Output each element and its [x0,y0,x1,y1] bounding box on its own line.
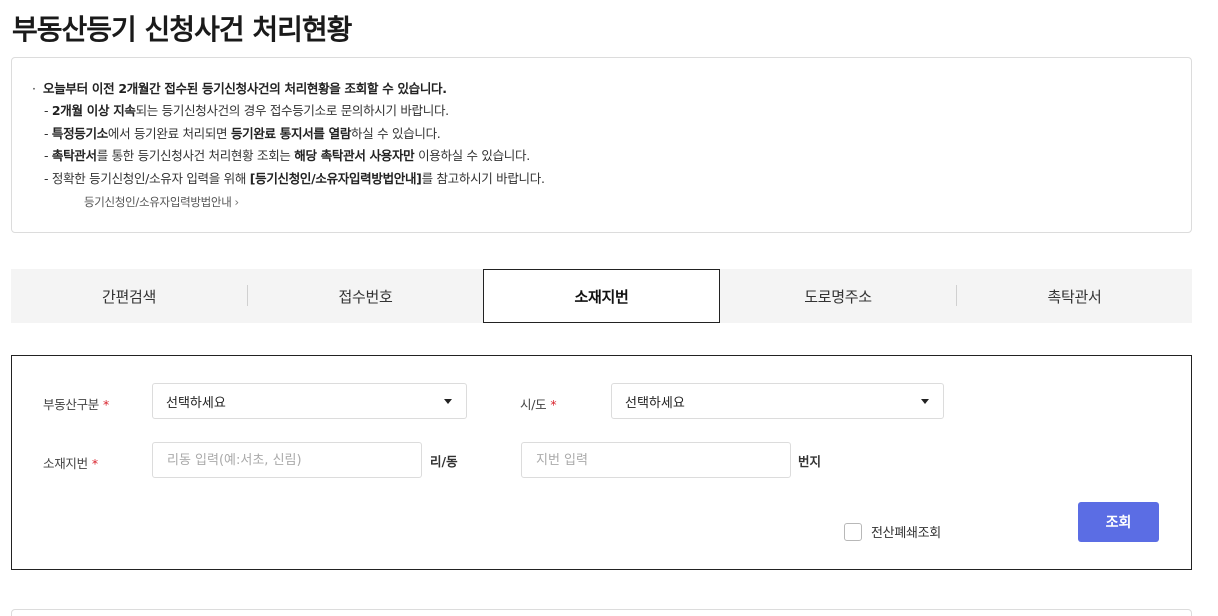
sido-label-text: 시/도 [520,397,547,412]
notice-line-5: - 정확한 등기신청인/소유자 입력을 위해 [등기신청인/소유자입력방법안내]… [44,171,545,186]
closed-search-label: 전산폐쇄조회 [871,526,941,541]
notice-line-5-text: 를 참고하시기 바랍니다. [421,171,545,186]
notice-line-3-mid: 에서 등기완료 처리되면 [107,126,231,141]
notice-line-1: · 오늘부터 이전 2개월간 접수된 등기신청사건의 처리현황을 조회할 수 있… [32,78,447,97]
notice-line-5-bold: [등기신청인/소유자입력방법안내] [249,171,422,186]
location-label: 소재지번 * [43,453,98,472]
required-mark: * [91,456,98,471]
notice-line-3-bold-2: 등기완료 통지서를 열람 [230,126,352,141]
guide-link[interactable]: 등기신청인/소유자입력방법안내 › [84,194,239,210]
sido-label: 시/도 * [520,394,557,413]
caret-down-icon [444,399,452,404]
caret-down-icon [921,399,929,404]
notice-line-4-text: 이용하실 수 있습니다. [414,148,530,163]
notice-line-2-bold: 2개월 이상 지속 [51,103,136,118]
notice-box: · 오늘부터 이전 2개월간 접수된 등기신청사건의 처리현황을 조회할 수 있… [11,57,1192,233]
notice-line-3-bold-1: 특정등기소 [51,126,108,141]
notice-line-4-bold-1: 촉탁관서 [51,148,97,163]
closed-search-checkbox[interactable] [844,522,862,541]
tab-road-address[interactable]: 도로명주소 [720,269,956,323]
required-mark: * [550,397,557,412]
notice-line-4-bold-2: 해당 촉탁관서 사용자만 [294,148,415,163]
results-box [11,609,1192,616]
tab-label: 간편검색 [101,287,156,306]
property-type-select[interactable]: 선택하세요 [152,383,467,419]
bullet-dot: · [32,81,44,96]
jibun-input[interactable] [521,442,791,478]
notice-line-2-text: 되는 등기신청사건의 경우 접수등기소로 문의하시기 바랍니다. [135,103,450,118]
location-label-text: 소재지번 [43,456,88,471]
search-tabs: 간편검색 접수번호 소재지번 도로명주소 촉탁관서 [11,269,1192,323]
search-panel: 부동산구분* 선택하세요 시/도* 선택하세요 소재지번* 리/동 번지 전산폐… [11,355,1192,570]
tab-lot-address[interactable]: 소재지번 [483,269,720,323]
tab-label: 도로명주소 [804,287,872,306]
tab-label: 촉탁관서 [1047,287,1102,306]
tab-commissioning-agency[interactable]: 촉탁관서 [957,269,1192,323]
chevron-right-icon: › [234,195,240,209]
property-type-label-text: 부동산구분 [43,397,100,412]
tab-receipt-number[interactable]: 접수번호 [248,269,483,323]
tab-label: 소재지번 [574,287,629,306]
sido-select[interactable]: 선택하세요 [611,383,944,419]
notice-line-3-text: 하실 수 있습니다. [351,126,441,141]
required-mark: * [103,397,109,412]
page-title: 부동산등기 신청사건 처리현황 [12,13,352,46]
sido-value: 선택하세요 [625,395,685,411]
tab-simple-search[interactable]: 간편검색 [11,269,247,323]
notice-line-3: - 특정등기소에서 등기완료 처리되면 등기완료 통지서를 열람하실 수 있습니… [44,126,441,141]
property-type-label: 부동산구분 * [43,394,109,413]
ri-dong-unit: 리/동 [430,454,458,469]
guide-link-label: 등기신청인/소유자입력방법안내 [84,195,232,209]
notice-line-5-pre: 정확한 등기신청인/소유자 입력을 위해 [51,171,250,186]
jibun-unit: 번지 [798,454,822,469]
closed-search-option[interactable]: 전산폐쇄조회 [844,522,941,541]
notice-line-2: - 2개월 이상 지속되는 등기신청사건의 경우 접수등기소로 문의하시기 바랍… [44,103,450,118]
search-button[interactable]: 조회 [1078,502,1159,542]
notice-line-4: - 촉탁관서를 통한 등기신청사건 처리현황 조회는 해당 촉탁관서 사용자만 … [44,148,530,163]
ri-dong-input[interactable] [152,442,422,478]
notice-line-4-mid: 를 통한 등기신청사건 처리현황 조회는 [96,148,295,163]
property-type-value: 선택하세요 [166,395,226,411]
notice-line-1-text: 오늘부터 이전 2개월간 접수된 등기신청사건의 처리현황을 조회할 수 있습니… [43,81,447,96]
tab-label: 접수번호 [338,287,393,306]
